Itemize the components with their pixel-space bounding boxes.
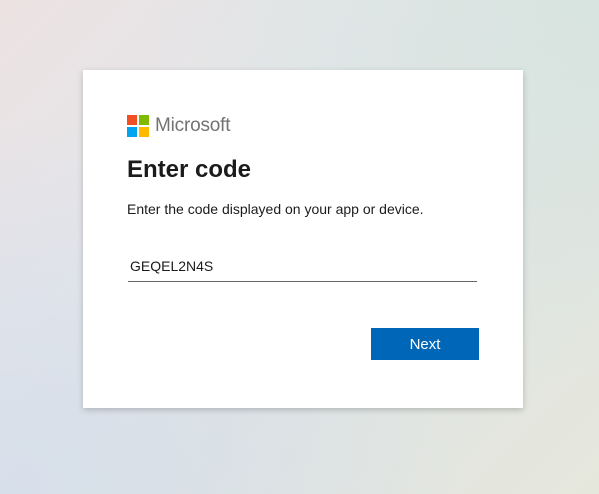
signin-card: Microsoft Enter code Enter the code disp… — [83, 70, 523, 408]
brand: Microsoft — [127, 114, 230, 138]
page-description: Enter the code displayed on your app or … — [127, 201, 424, 217]
logo-green-square — [139, 115, 149, 125]
logo-yellow-square — [139, 127, 149, 137]
logo-blue-square — [127, 127, 137, 137]
next-button[interactable]: Next — [371, 328, 479, 360]
microsoft-logo-icon — [127, 115, 149, 137]
brand-name: Microsoft — [155, 115, 231, 136]
code-input[interactable] — [128, 250, 477, 282]
logo-red-square — [127, 115, 137, 125]
page-title: Enter code — [127, 156, 252, 183]
